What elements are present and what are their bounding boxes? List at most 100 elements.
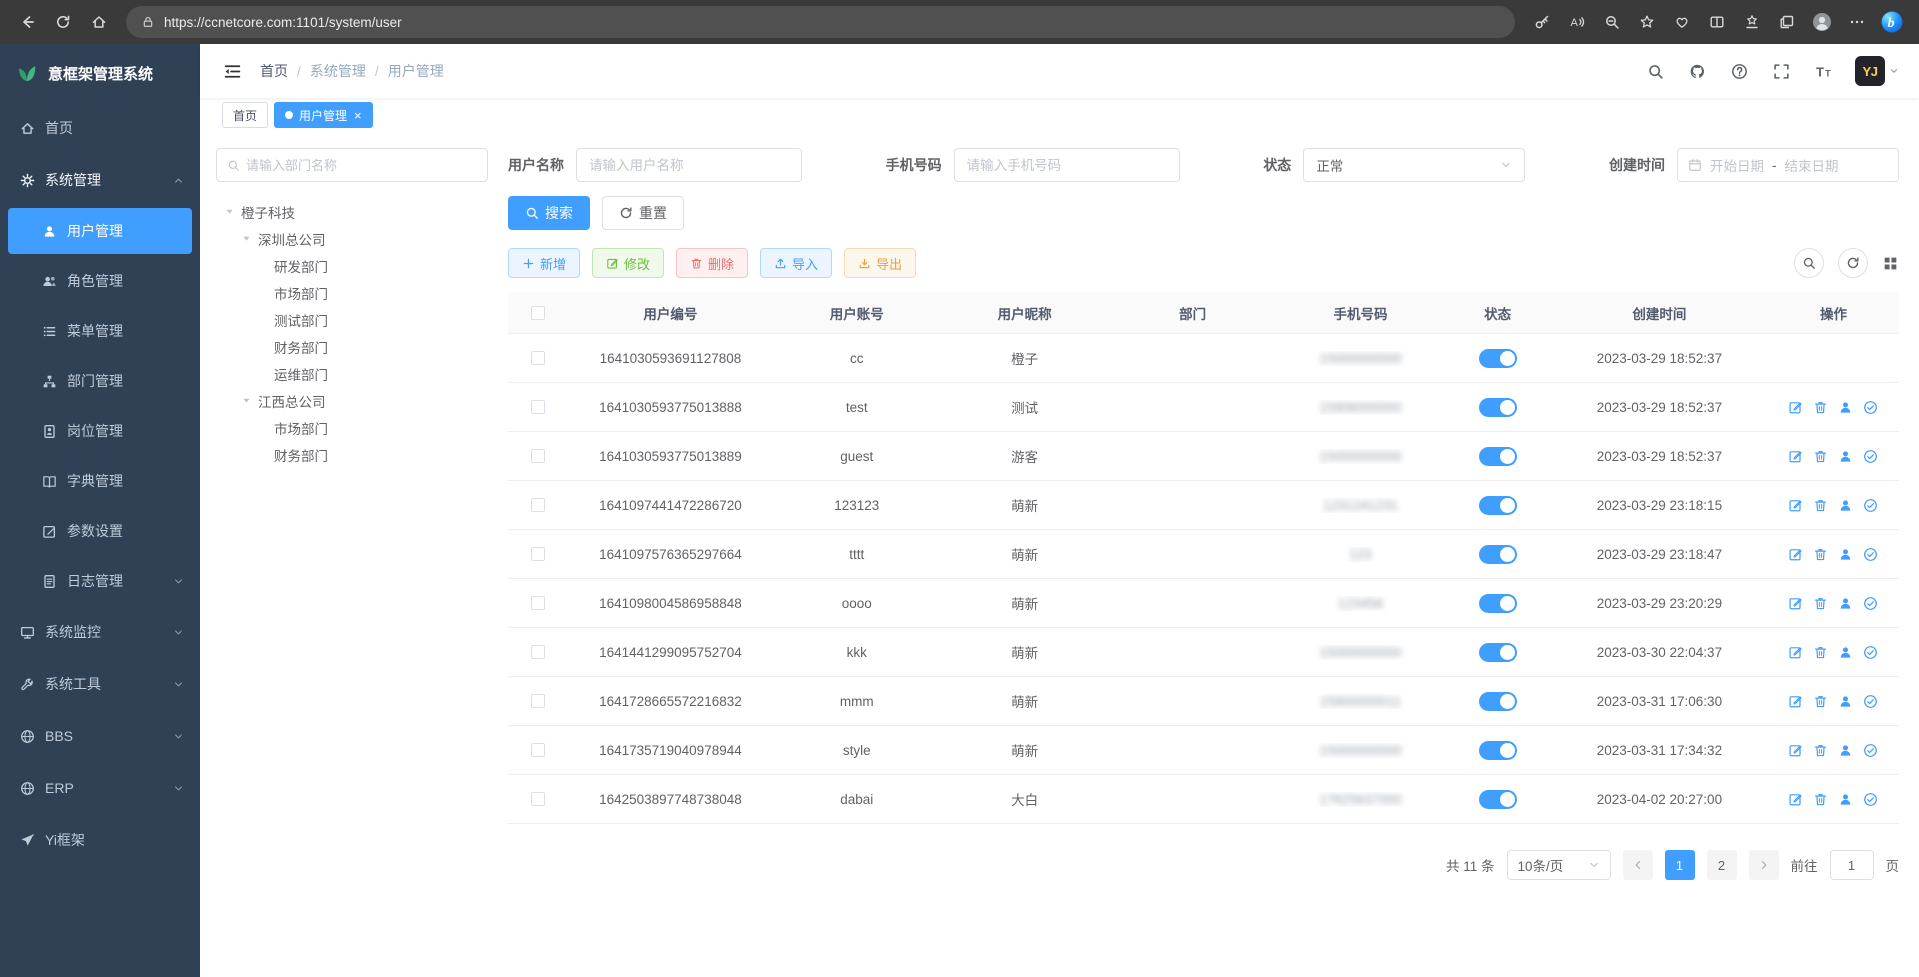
status-toggle[interactable] (1479, 643, 1517, 662)
sidebar-item-menu-mgmt[interactable]: 菜单管理 (0, 306, 200, 356)
tree-node[interactable]: 橙子科技 (216, 198, 488, 225)
user-icon[interactable] (1838, 596, 1853, 611)
github-icon[interactable] (1687, 61, 1707, 81)
status-toggle[interactable] (1479, 545, 1517, 564)
check-circle-icon[interactable] (1863, 547, 1878, 562)
row-checkbox[interactable] (531, 351, 545, 365)
arrow-left-icon[interactable] (10, 6, 44, 38)
check-circle-icon[interactable] (1863, 645, 1878, 660)
address-bar[interactable]: https://ccnetcore.com:1101/system/user (126, 6, 1515, 38)
sidebar-item-post-mgmt[interactable]: 岗位管理 (0, 406, 200, 456)
menu-fold-icon[interactable] (220, 59, 244, 83)
trash-icon[interactable] (1813, 498, 1828, 513)
sidebar-item-dept-mgmt[interactable]: 部门管理 (0, 356, 200, 406)
user-icon[interactable] (1838, 645, 1853, 660)
trash-icon[interactable] (1813, 792, 1828, 807)
user-icon[interactable] (1838, 694, 1853, 709)
sidebar-item-erp[interactable]: ERP (0, 762, 200, 814)
status-toggle[interactable] (1479, 398, 1517, 417)
help-icon[interactable] (1729, 61, 1749, 81)
user-icon[interactable] (1838, 547, 1853, 562)
sidebar-item-sys-tools[interactable]: 系统工具 (0, 658, 200, 710)
sidebar-item-system-mgmt[interactable]: 系统管理 (0, 154, 200, 206)
tab-user-mgmt[interactable]: 用户管理× (274, 102, 373, 128)
status-toggle[interactable] (1479, 692, 1517, 711)
home-icon[interactable] (82, 6, 116, 38)
search-icon[interactable] (1645, 61, 1665, 81)
read-aloud-icon[interactable]: A (1560, 6, 1594, 38)
trash-icon[interactable] (1813, 596, 1828, 611)
check-circle-icon[interactable] (1863, 596, 1878, 611)
edit-square-icon[interactable] (1788, 694, 1803, 709)
collections-icon[interactable] (1770, 6, 1804, 38)
trash-icon[interactable] (1813, 400, 1828, 415)
edit-square-icon[interactable] (1788, 792, 1803, 807)
select-all-checkbox[interactable] (531, 306, 545, 320)
tree-node[interactable]: 财务部门 (216, 441, 488, 468)
date-range-picker[interactable]: 开始日期 - 结束日期 (1677, 148, 1899, 182)
sidebar-item-yi-framework[interactable]: Yi框架 (0, 814, 200, 866)
export-button[interactable]: 导出 (844, 248, 916, 278)
tree-node[interactable]: 市场部门 (216, 414, 488, 441)
row-checkbox[interactable] (531, 792, 545, 806)
breadcrumb-item[interactable]: 系统管理 (310, 61, 366, 81)
sidebar-item-sys-monitor[interactable]: 系统监控 (0, 606, 200, 658)
tree-node[interactable]: 测试部门 (216, 306, 488, 333)
status-toggle[interactable] (1479, 790, 1517, 809)
status-toggle[interactable] (1479, 741, 1517, 760)
fullscreen-icon[interactable] (1771, 61, 1791, 81)
sidebar-item-log-mgmt[interactable]: 日志管理 (0, 556, 200, 606)
row-checkbox[interactable] (531, 449, 545, 463)
user-icon[interactable] (1838, 743, 1853, 758)
row-checkbox[interactable] (531, 694, 545, 708)
key-icon[interactable] (1525, 6, 1559, 38)
check-circle-icon[interactable] (1863, 792, 1878, 807)
user-icon[interactable] (1838, 498, 1853, 513)
sidebar-item-bbs[interactable]: BBS (0, 710, 200, 762)
table-refresh-button[interactable] (1838, 248, 1868, 278)
more-options-icon[interactable] (1840, 6, 1874, 38)
check-circle-icon[interactable] (1863, 400, 1878, 415)
edit-square-icon[interactable] (1788, 400, 1803, 415)
zoom-out-icon[interactable] (1595, 6, 1629, 38)
row-checkbox[interactable] (531, 400, 545, 414)
trash-icon[interactable] (1813, 547, 1828, 562)
row-checkbox[interactable] (531, 645, 545, 659)
tree-node[interactable]: 江西总公司 (216, 387, 488, 414)
status-toggle[interactable] (1479, 594, 1517, 613)
tree-node[interactable]: 运维部门 (216, 360, 488, 387)
page-size-select[interactable]: 10条/页 (1507, 850, 1611, 880)
refresh-icon[interactable] (46, 6, 80, 38)
dept-search-input[interactable] (246, 158, 477, 173)
edit-square-icon[interactable] (1788, 645, 1803, 660)
edit-button[interactable]: 修改 (592, 248, 664, 278)
user-icon[interactable] (1838, 449, 1853, 464)
favorites-bar-icon[interactable] (1735, 6, 1769, 38)
sidebar-item-user-mgmt[interactable]: 用户管理 (8, 208, 192, 254)
check-circle-icon[interactable] (1863, 694, 1878, 709)
profile-avatar-icon[interactable] (1805, 6, 1839, 38)
sidebar-item-role-mgmt[interactable]: 角色管理 (0, 256, 200, 306)
edit-square-icon[interactable] (1788, 743, 1803, 758)
edit-square-icon[interactable] (1788, 596, 1803, 611)
user-icon[interactable] (1838, 792, 1853, 807)
copilot-icon[interactable]: b (1875, 6, 1909, 38)
sidebar-item-home[interactable]: 首页 (0, 102, 200, 154)
check-circle-icon[interactable] (1863, 743, 1878, 758)
status-toggle[interactable] (1479, 496, 1517, 515)
next-page-button[interactable] (1749, 850, 1779, 880)
status-toggle[interactable] (1479, 349, 1517, 368)
edit-square-icon[interactable] (1788, 449, 1803, 464)
close-icon[interactable]: × (354, 109, 362, 122)
search-button[interactable]: 搜索 (508, 196, 590, 230)
row-checkbox[interactable] (531, 743, 545, 757)
edit-square-icon[interactable] (1788, 547, 1803, 562)
page-button[interactable]: 1 (1665, 850, 1695, 880)
grid-icon[interactable] (1882, 255, 1899, 272)
user-icon[interactable] (1838, 400, 1853, 415)
status-select[interactable]: 正常 (1303, 148, 1525, 182)
tree-node[interactable]: 深圳总公司 (216, 225, 488, 252)
tree-node[interactable]: 市场部门 (216, 279, 488, 306)
tab-home[interactable]: 首页 (222, 102, 268, 128)
favorites-icon[interactable] (1630, 6, 1664, 38)
